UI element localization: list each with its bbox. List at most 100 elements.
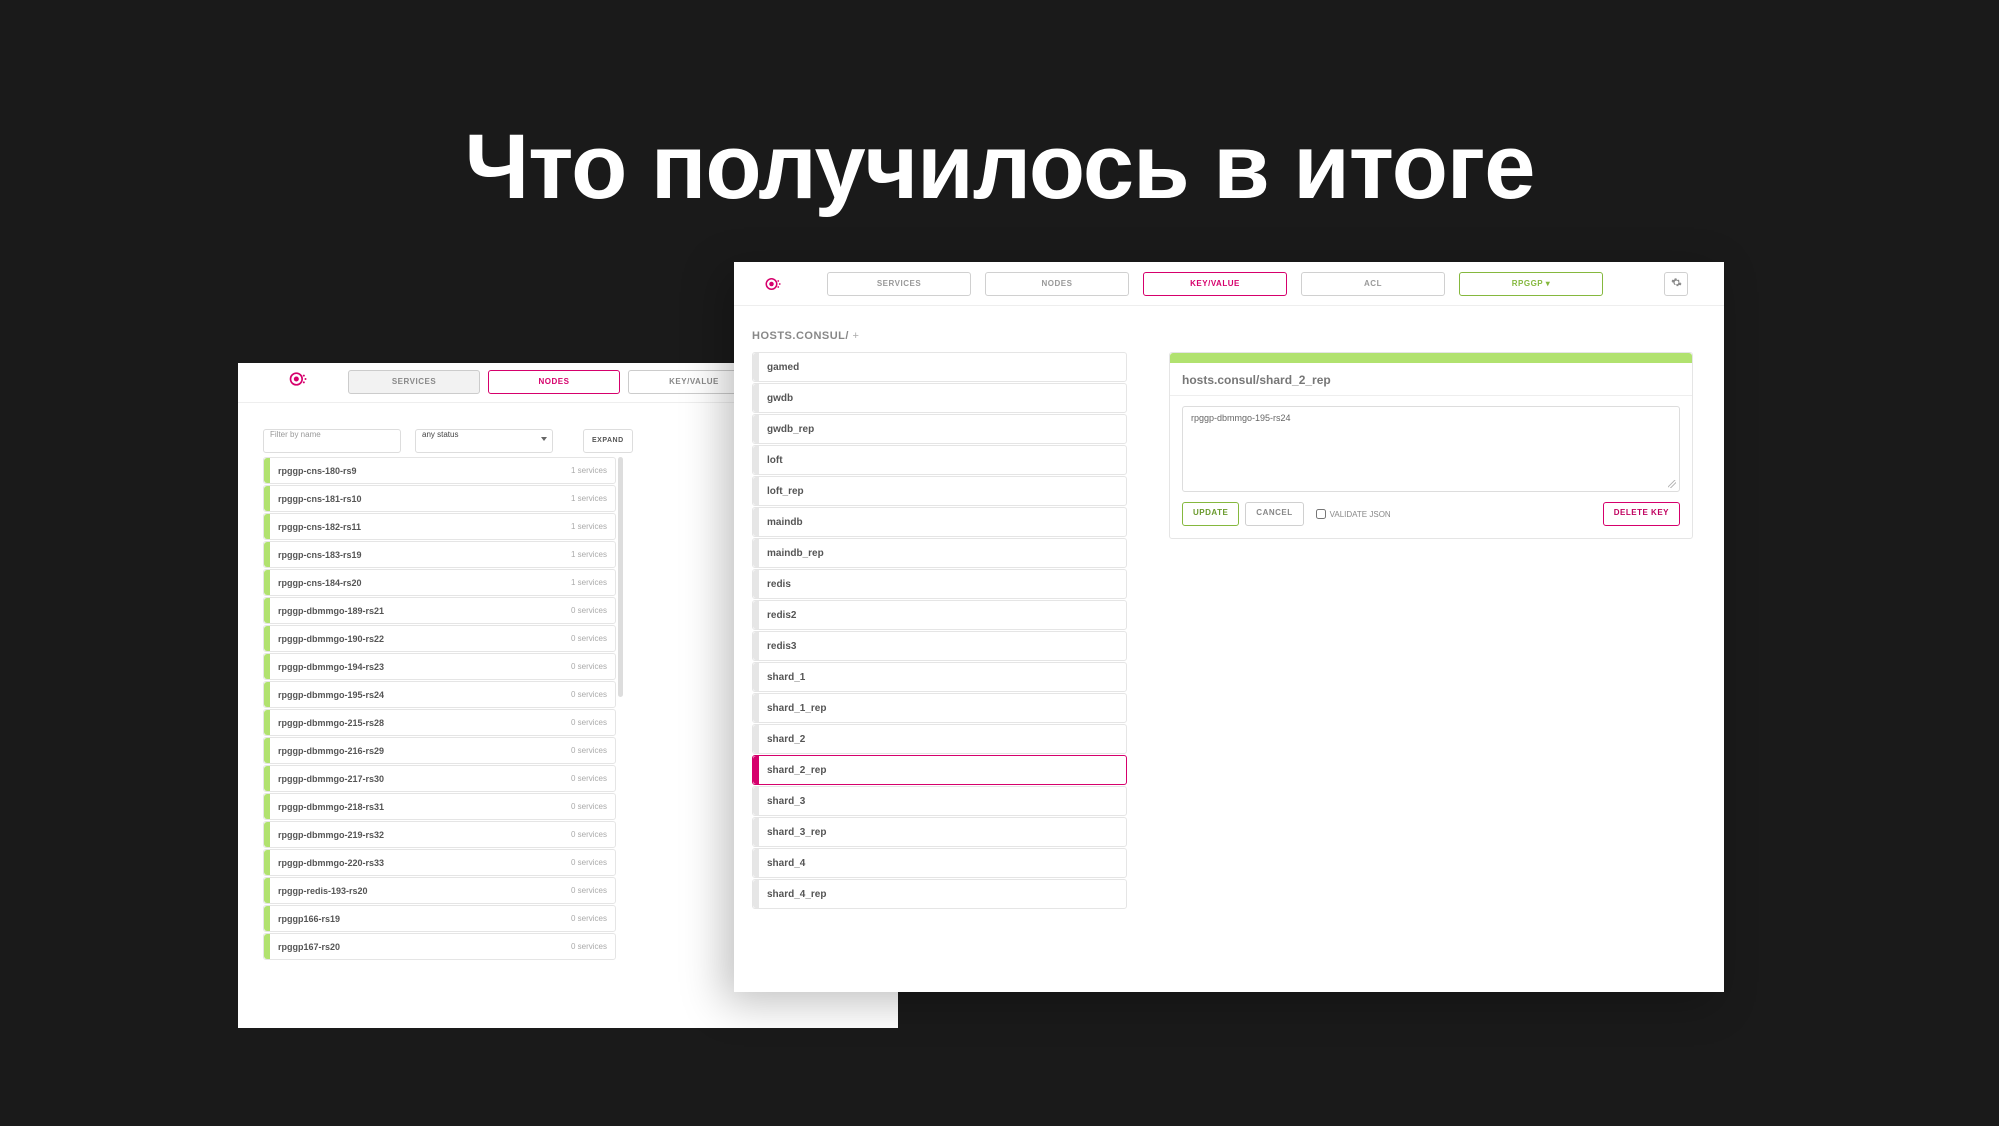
update-button[interactable]: UPDATE	[1182, 502, 1239, 526]
node-row[interactable]: rpggp-cns-183-rs191 services	[263, 541, 616, 568]
key-row[interactable]: shard_1	[752, 662, 1127, 692]
node-row[interactable]: rpggp-dbmmgo-189-rs210 services	[263, 597, 616, 624]
cancel-button[interactable]: CANCEL	[1245, 502, 1303, 526]
node-services-count: 0 services	[571, 774, 607, 783]
key-row[interactable]: loft_rep	[752, 476, 1127, 506]
tab-services[interactable]: SERVICES	[348, 370, 480, 394]
key-row[interactable]: loft	[752, 445, 1127, 475]
node-name: rpggp167-rs20	[278, 942, 571, 952]
node-services-count: 1 services	[571, 466, 607, 475]
key-row[interactable]: shard_2	[752, 724, 1127, 754]
key-name: shard_1_rep	[767, 703, 826, 714]
filter-input[interactable]: Filter by name	[263, 429, 401, 453]
key-path-title: hosts.consul/shard_2_rep	[1170, 363, 1692, 396]
tab-services[interactable]: SERVICES	[827, 272, 971, 296]
datacenter-select[interactable]: RPGGP ▾	[1459, 272, 1603, 296]
status-stripe	[753, 725, 759, 753]
status-stripe	[264, 598, 270, 623]
key-row[interactable]: redis2	[752, 600, 1127, 630]
node-services-count: 1 services	[571, 578, 607, 587]
node-name: rpggp-dbmmgo-219-rs32	[278, 830, 571, 840]
node-services-count: 0 services	[571, 606, 607, 615]
status-stripe	[264, 654, 270, 679]
node-row[interactable]: rpggp-cns-182-rs111 services	[263, 513, 616, 540]
node-row[interactable]: rpggp-cns-184-rs201 services	[263, 569, 616, 596]
node-row[interactable]: rpggp167-rs200 services	[263, 933, 616, 960]
breadcrumb[interactable]: HOSTS.CONSUL/ +	[752, 330, 859, 342]
front-topbar: SERVICES NODES KEY/VALUE ACL RPGGP ▾	[734, 262, 1724, 306]
node-row[interactable]: rpggp-dbmmgo-217-rs300 services	[263, 765, 616, 792]
node-row[interactable]: rpggp-cns-180-rs91 services	[263, 457, 616, 484]
node-name: rpggp-dbmmgo-215-rs28	[278, 718, 571, 728]
status-stripe	[264, 906, 270, 931]
status-stripe	[753, 756, 759, 784]
consul-logo	[764, 275, 782, 293]
node-row[interactable]: rpggp-dbmmgo-216-rs290 services	[263, 737, 616, 764]
key-row[interactable]: maindb_rep	[752, 538, 1127, 568]
tab-acl[interactable]: ACL	[1301, 272, 1445, 296]
node-row[interactable]: rpggp-cns-181-rs101 services	[263, 485, 616, 512]
key-detail-panel: hosts.consul/shard_2_rep rpggp-dbmmgo-19…	[1169, 352, 1693, 539]
tab-keyvalue[interactable]: KEY/VALUE	[1143, 272, 1287, 296]
node-name: rpggp-dbmmgo-220-rs33	[278, 858, 571, 868]
key-row[interactable]: gwdb	[752, 383, 1127, 413]
node-row[interactable]: rpggp-dbmmgo-219-rs320 services	[263, 821, 616, 848]
add-key-button[interactable]: +	[853, 330, 860, 342]
status-stripe	[264, 738, 270, 763]
key-row[interactable]: redis	[752, 569, 1127, 599]
status-stripe	[1170, 353, 1692, 363]
node-name: rpggp-dbmmgo-195-rs24	[278, 690, 571, 700]
node-name: rpggp166-rs19	[278, 914, 571, 924]
expand-button[interactable]: EXPAND	[583, 429, 633, 453]
node-row[interactable]: rpggp-dbmmgo-215-rs280 services	[263, 709, 616, 736]
key-row[interactable]: redis3	[752, 631, 1127, 661]
key-row[interactable]: gamed	[752, 352, 1127, 382]
node-services-count: 0 services	[571, 662, 607, 671]
node-services-count: 0 services	[571, 718, 607, 727]
key-list: gamedgwdb gwdb_reploftloft_repmaindb maind…	[752, 352, 1127, 910]
delete-key-button[interactable]: DELETE KEY	[1603, 502, 1680, 526]
status-stripe	[753, 508, 759, 536]
key-row[interactable]: shard_3_rep	[752, 817, 1127, 847]
node-row[interactable]: rpggp-dbmmgo-218-rs310 services	[263, 793, 616, 820]
key-row[interactable]: shard_3	[752, 786, 1127, 816]
node-services-count: 0 services	[571, 690, 607, 699]
key-name: maindb_rep	[767, 548, 824, 559]
node-row[interactable]: rpggp-dbmmgo-195-rs240 services	[263, 681, 616, 708]
node-name: rpggp-dbmmgo-189-rs21	[278, 606, 571, 616]
key-row[interactable]: gwdb_rep	[752, 414, 1127, 444]
tab-nodes[interactable]: NODES	[985, 272, 1129, 296]
validate-json-label: VALIDATE JSON	[1330, 510, 1391, 519]
node-name: rpggp-cns-180-rs9	[278, 466, 571, 476]
status-stripe	[753, 663, 759, 691]
settings-button[interactable]	[1664, 272, 1688, 296]
key-row[interactable]: shard_2_rep	[752, 755, 1127, 785]
node-services-count: 0 services	[571, 942, 607, 951]
status-stripe	[753, 787, 759, 815]
status-stripe	[753, 880, 759, 908]
status-select[interactable]: any status	[415, 429, 553, 453]
node-row[interactable]: rpggp166-rs190 services	[263, 905, 616, 932]
status-stripe	[264, 766, 270, 791]
status-stripe	[264, 822, 270, 847]
key-name: gwdb_rep	[767, 424, 814, 435]
key-row[interactable]: shard_1_rep	[752, 693, 1127, 723]
key-name: shard_2	[767, 734, 805, 745]
key-name: shard_2_rep	[767, 765, 826, 776]
value-textarea[interactable]: rpggp-dbmmgo-195-rs24	[1182, 406, 1680, 492]
key-row[interactable]: shard_4	[752, 848, 1127, 878]
tab-nodes[interactable]: NODES	[488, 370, 620, 394]
node-row[interactable]: rpggp-dbmmgo-220-rs330 services	[263, 849, 616, 876]
validate-json-checkbox[interactable]	[1316, 509, 1326, 519]
key-row[interactable]: shard_4_rep	[752, 879, 1127, 909]
node-row[interactable]: rpggp-dbmmgo-190-rs220 services	[263, 625, 616, 652]
node-row[interactable]: rpggp-dbmmgo-194-rs230 services	[263, 653, 616, 680]
node-name: rpggp-dbmmgo-217-rs30	[278, 774, 571, 784]
node-row[interactable]: rpggp-redis-193-rs200 services	[263, 877, 616, 904]
node-list: rpggp-cns-180-rs91 servicesrpggp-cns-181…	[263, 457, 616, 961]
key-row[interactable]: maindb	[752, 507, 1127, 537]
status-stripe	[753, 384, 759, 412]
scrollbar[interactable]	[618, 457, 623, 697]
node-name: rpggp-dbmmgo-216-rs29	[278, 746, 571, 756]
validate-json-toggle[interactable]: VALIDATE JSON	[1316, 509, 1391, 519]
